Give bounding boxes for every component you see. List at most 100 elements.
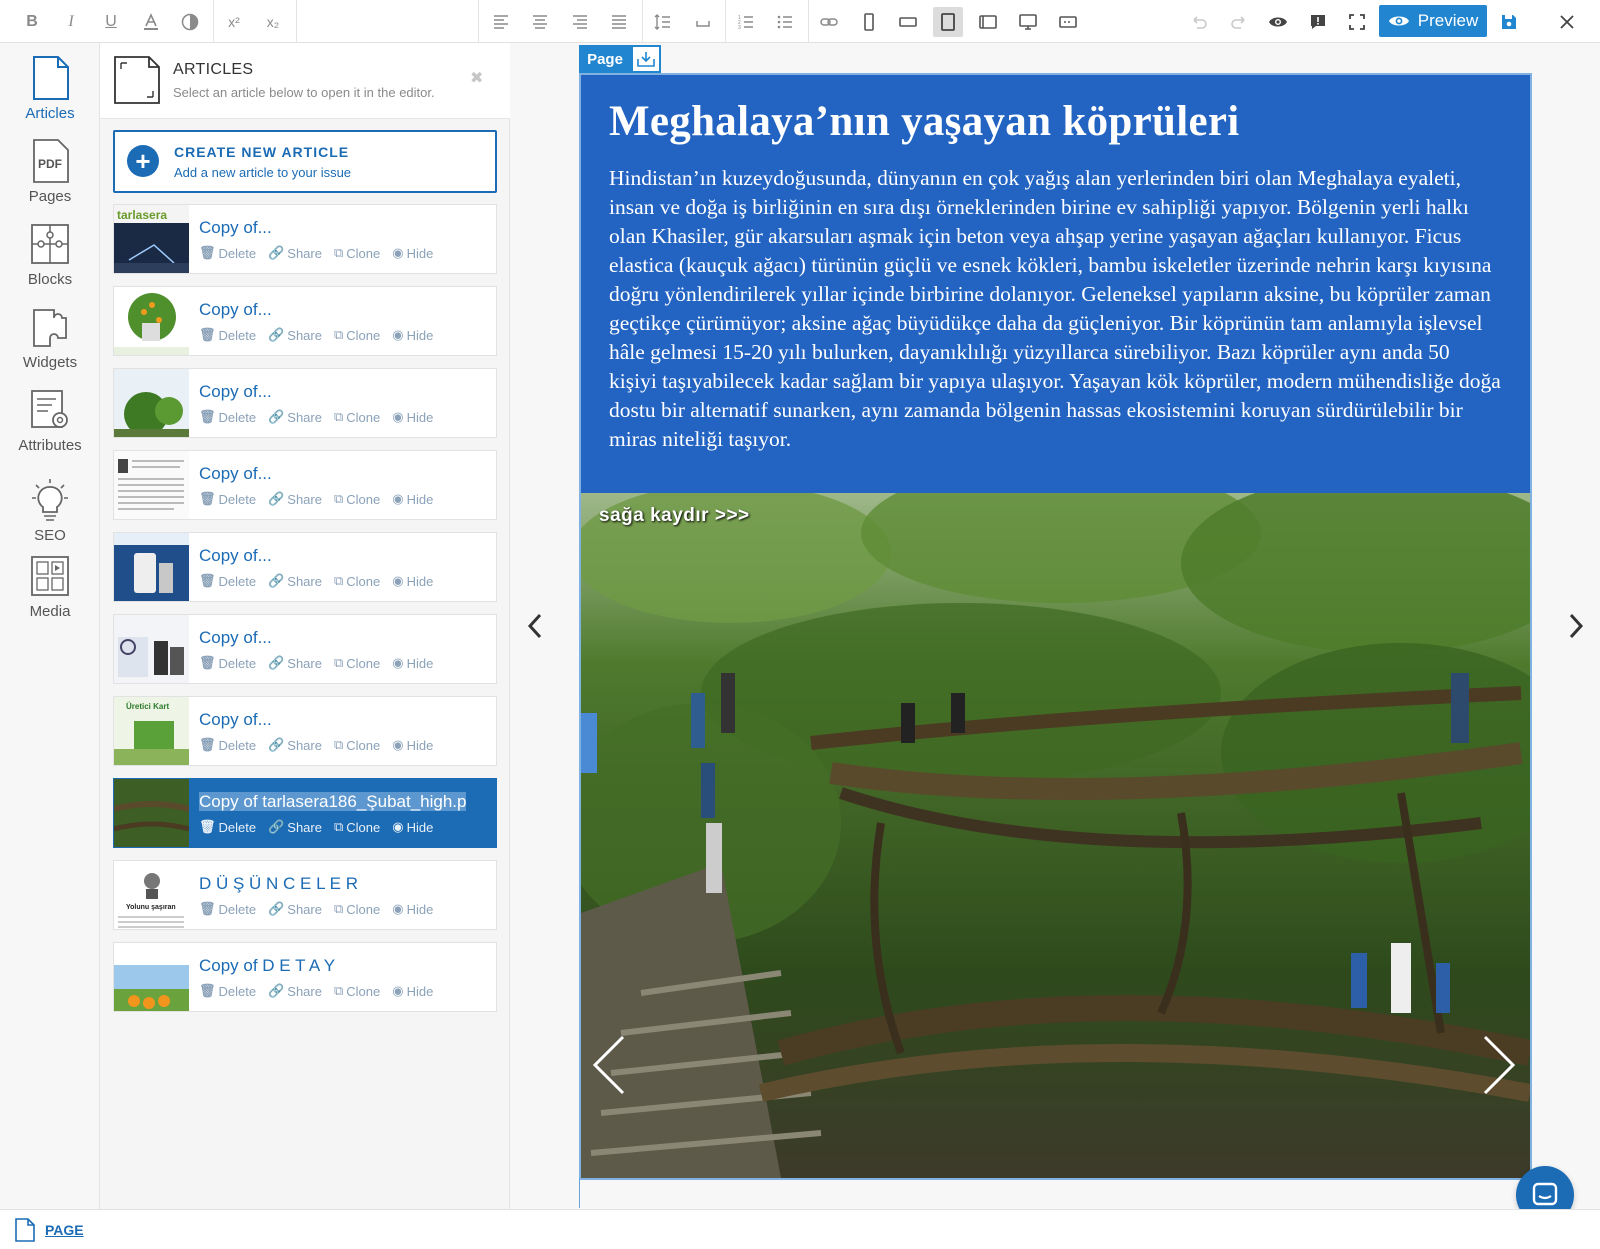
article-list-item[interactable]: Copy of... 🗑 Delete 🔗 Share ⧉ Clone ◉ Hide bbox=[113, 286, 497, 356]
sidebar-item-seo[interactable]: SEO bbox=[0, 477, 100, 544]
clone-button[interactable]: ⧉ Clone bbox=[334, 737, 380, 753]
line-height-icon[interactable] bbox=[648, 7, 678, 37]
sidebar-item-pages[interactable]: PDF Pages bbox=[0, 138, 100, 205]
close-icon[interactable] bbox=[1552, 7, 1582, 37]
hide-button[interactable]: ◉ Hide bbox=[392, 983, 433, 999]
page-tag[interactable]: Page bbox=[579, 45, 631, 73]
next-page-arrow[interactable] bbox=[1567, 612, 1585, 647]
article-name[interactable]: Copy of... bbox=[199, 628, 494, 648]
delete-button[interactable]: 🗑 Delete bbox=[199, 901, 256, 917]
article-name[interactable]: Copy of tarlasera186_Şubat_high.p bbox=[199, 792, 494, 812]
hide-button[interactable]: ◉ Hide bbox=[392, 655, 433, 671]
page-body-text[interactable]: Hindistan’ın kuzeydoğusunda, dünyanın en… bbox=[609, 164, 1502, 454]
desktop-icon[interactable] bbox=[1013, 7, 1043, 37]
article-name[interactable]: D Ü Ş Ü N C E L E R bbox=[199, 874, 494, 894]
article-thumbnail[interactable] bbox=[114, 615, 189, 683]
highlight-icon[interactable] bbox=[175, 7, 205, 37]
hide-button[interactable]: ◉ Hide bbox=[392, 573, 433, 589]
article-list-item[interactable]: Copy of... 🗑 Delete 🔗 Share ⧉ Clone ◉ Hide bbox=[113, 532, 497, 602]
align-justify-icon[interactable] bbox=[604, 7, 634, 37]
page-breadcrumb-link[interactable]: PAGE bbox=[45, 1222, 84, 1238]
link-icon[interactable] bbox=[814, 7, 844, 37]
article-list-item[interactable]: Copy of... 🗑 Delete 🔗 Share ⧉ Clone ◉ Hide bbox=[113, 450, 497, 520]
share-button[interactable]: 🔗 Share bbox=[268, 409, 322, 425]
article-name[interactable]: Copy of D E T A Y bbox=[199, 956, 494, 976]
clone-button[interactable]: ⧉ Clone bbox=[334, 409, 380, 425]
article-thumbnail[interactable] bbox=[114, 779, 189, 847]
redo-icon[interactable] bbox=[1224, 7, 1254, 37]
article-name[interactable]: Copy of... bbox=[199, 546, 494, 566]
comment-icon[interactable] bbox=[1303, 7, 1333, 37]
preview-button[interactable]: Preview bbox=[1379, 5, 1487, 37]
delete-button[interactable]: 🗑 Delete bbox=[199, 327, 256, 343]
share-button[interactable]: 🔗 Share bbox=[268, 901, 322, 917]
tablet-landscape-icon[interactable] bbox=[973, 7, 1003, 37]
article-thumbnail[interactable] bbox=[114, 533, 189, 601]
bullet-list-icon[interactable] bbox=[770, 7, 800, 37]
share-button[interactable]: 🔗 Share bbox=[268, 327, 322, 343]
align-right-icon[interactable] bbox=[565, 7, 595, 37]
share-button[interactable]: 🔗 Share bbox=[268, 819, 322, 835]
article-list-item[interactable]: Copy of D E T A Y 🗑 Delete 🔗 Share ⧉ Clone ◉ Hid… bbox=[113, 942, 497, 1012]
clone-button[interactable]: ⧉ Clone bbox=[334, 327, 380, 343]
delete-button[interactable]: 🗑 Delete bbox=[199, 245, 256, 261]
article-list-item[interactable]: Üretici Kart Copy of... 🗑 Delete 🔗 Share ⧉ Clon… bbox=[113, 696, 497, 766]
article-thumbnail[interactable] bbox=[114, 369, 189, 437]
bold-icon[interactable]: B bbox=[17, 7, 47, 37]
font-color-icon[interactable] bbox=[136, 7, 166, 37]
close-icon[interactable]: ✖ bbox=[470, 68, 483, 88]
ordered-list-icon[interactable]: 123 bbox=[731, 7, 761, 37]
delete-button[interactable]: 🗑 Delete bbox=[199, 491, 256, 507]
page-canvas[interactable]: Meghalaya’nın yaşayan köprüleri Hindista… bbox=[579, 73, 1532, 1180]
article-thumbnail[interactable]: Yolunu şaşıran bbox=[114, 861, 189, 929]
delete-button[interactable]: 🗑 Delete bbox=[199, 737, 256, 753]
sidebar-item-widgets[interactable]: Widgets bbox=[0, 304, 100, 371]
hide-button[interactable]: ◉ Hide bbox=[392, 819, 433, 835]
article-name[interactable]: Copy of... bbox=[199, 300, 494, 320]
phone-portrait-icon[interactable] bbox=[854, 7, 884, 37]
article-thumbnail[interactable] bbox=[114, 287, 189, 355]
delete-button[interactable]: 🗑 Delete bbox=[199, 819, 256, 835]
sidebar-item-articles[interactable]: Articles bbox=[0, 55, 100, 122]
underline-icon[interactable]: U bbox=[96, 7, 126, 37]
delete-button[interactable]: 🗑 Delete bbox=[199, 573, 256, 589]
delete-button[interactable]: 🗑 Delete bbox=[199, 655, 256, 671]
article-list-item[interactable]: Yolunu şaşıran D Ü Ş Ü N C E L E R 🗑 Delete… bbox=[113, 860, 497, 930]
article-list-item[interactable]: Copy of... 🗑 Delete 🔗 Share ⧉ Clone ◉ Hide bbox=[113, 368, 497, 438]
hide-button[interactable]: ◉ Hide bbox=[392, 737, 433, 753]
save-icon[interactable] bbox=[1494, 7, 1524, 37]
page-heading[interactable]: Meghalaya’nın yaşayan köprüleri bbox=[609, 97, 1502, 146]
share-button[interactable]: 🔗 Share bbox=[268, 737, 322, 753]
hide-button[interactable]: ◉ Hide bbox=[392, 327, 433, 343]
article-list-item[interactable]: Copy of... 🗑 Delete 🔗 Share ⧉ Clone ◉ Hide bbox=[113, 614, 497, 684]
clone-button[interactable]: ⧉ Clone bbox=[334, 983, 380, 999]
prev-page-arrow[interactable] bbox=[526, 612, 544, 647]
delete-button[interactable]: 🗑 Delete bbox=[199, 409, 256, 425]
article-name[interactable]: Copy of... bbox=[199, 464, 494, 484]
phone-landscape-icon[interactable] bbox=[893, 7, 923, 37]
article-name[interactable]: Copy of... bbox=[199, 382, 494, 402]
hide-button[interactable]: ◉ Hide bbox=[392, 491, 433, 507]
subscript-icon[interactable]: x₂ bbox=[258, 7, 288, 37]
align-left-icon[interactable] bbox=[486, 7, 516, 37]
share-button[interactable]: 🔗 Share bbox=[268, 491, 322, 507]
article-thumbnail[interactable]: tarlasera bbox=[114, 205, 189, 273]
article-thumbnail[interactable] bbox=[114, 943, 189, 1011]
clone-button[interactable]: ⧉ Clone bbox=[334, 573, 380, 589]
eye-icon[interactable] bbox=[1263, 7, 1293, 37]
article-name[interactable]: Copy of... bbox=[199, 218, 494, 238]
create-article-button[interactable]: + CREATE NEW ARTICLE Add a new article t… bbox=[113, 130, 497, 193]
clone-button[interactable]: ⧉ Clone bbox=[334, 819, 380, 835]
spacing-icon[interactable] bbox=[688, 7, 718, 37]
hero-text-block[interactable]: Meghalaya’nın yaşayan köprüleri Hindista… bbox=[581, 75, 1530, 493]
share-button[interactable]: 🔗 Share bbox=[268, 983, 322, 999]
sidebar-item-attributes[interactable]: Attributes bbox=[0, 387, 100, 454]
clone-button[interactable]: ⧉ Clone bbox=[334, 491, 380, 507]
article-name[interactable]: Copy of... bbox=[199, 710, 494, 730]
share-button[interactable]: 🔗 Share bbox=[268, 245, 322, 261]
sidebar-item-media[interactable]: Media bbox=[0, 553, 100, 620]
other-device-icon[interactable] bbox=[1053, 7, 1083, 37]
article-list-item[interactable]: Copy of tarlasera186_Şubat_high.p 🗑 Delete… bbox=[113, 778, 497, 848]
hide-button[interactable]: ◉ Hide bbox=[392, 245, 433, 261]
clone-button[interactable]: ⧉ Clone bbox=[334, 245, 380, 261]
